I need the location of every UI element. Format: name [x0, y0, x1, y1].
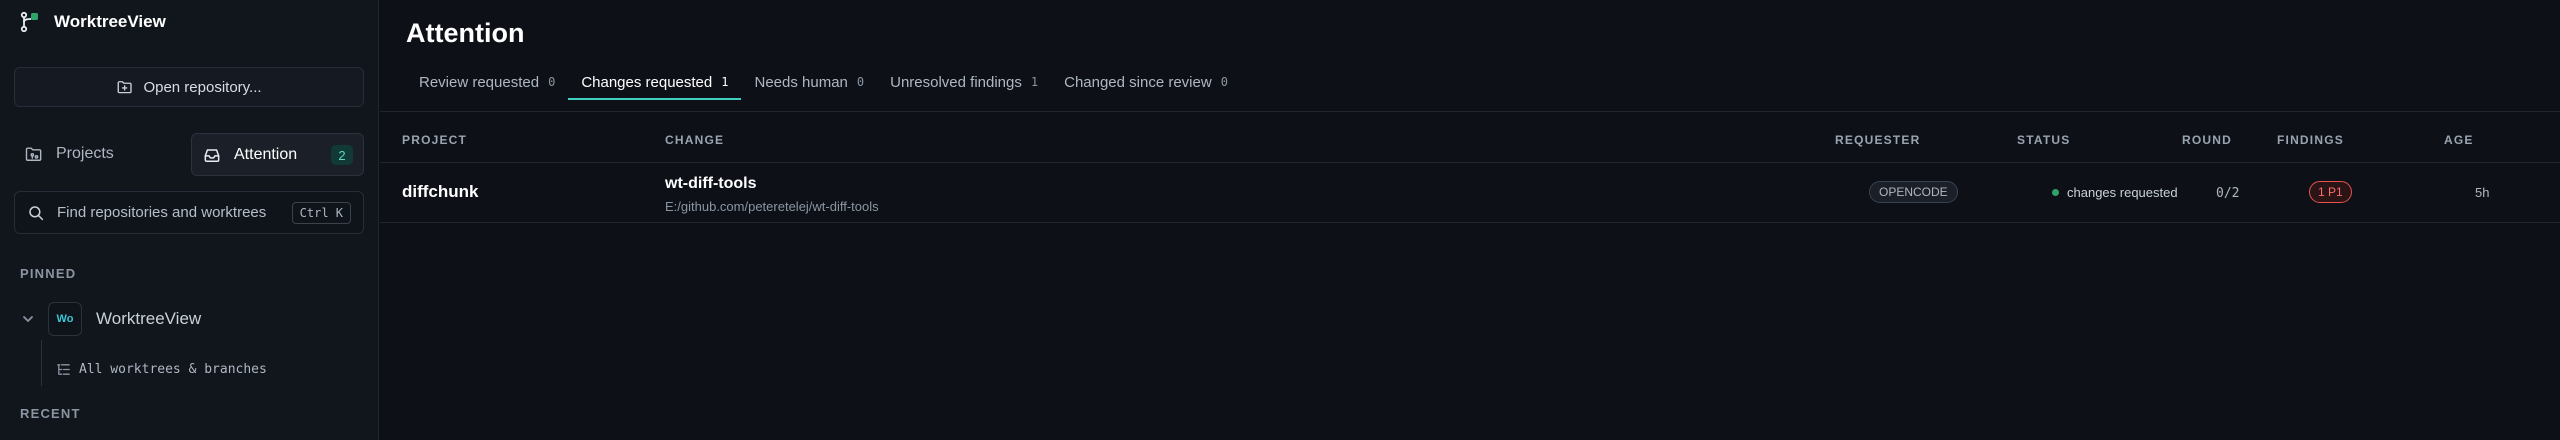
- row-change-title[interactable]: wt-diff-tools: [665, 175, 757, 193]
- tab-label: Unresolved findings: [890, 73, 1022, 91]
- tab-label: Changed since review: [1064, 73, 1212, 91]
- column-header-status[interactable]: STATUS: [2017, 133, 2070, 147]
- open-repository-label: Open repository...: [143, 78, 262, 96]
- tab-changes-requested[interactable]: Changes requested 1: [568, 66, 742, 100]
- main-panel: Attention Review requested 0 Changes req…: [380, 0, 2560, 440]
- table-row[interactable]: diffchunk wt-diff-tools E:/github.com/pe…: [380, 163, 2560, 223]
- tab-label: Review requested: [419, 73, 540, 91]
- tab-review-requested[interactable]: Review requested 0: [406, 66, 568, 98]
- status-dot-icon: [2052, 189, 2059, 196]
- pinned-section-label: PINNED: [20, 266, 77, 281]
- recent-section-label: RECENT: [20, 406, 81, 421]
- attention-count-badge: 2: [331, 145, 353, 165]
- column-header-findings[interactable]: FINDINGS: [2277, 133, 2344, 147]
- nav-attention-label: Attention: [234, 145, 298, 163]
- table-header: PROJECT CHANGE REQUESTER STATUS ROUND FI…: [380, 113, 2560, 163]
- search-box[interactable]: Ctrl K: [14, 191, 364, 234]
- tab-count: 1: [1030, 75, 1039, 89]
- attention-tabs: Review requested 0 Changes requested 1 N…: [406, 66, 1241, 100]
- row-round: 0/2: [2216, 186, 2240, 201]
- app-brand[interactable]: WorktreeView: [18, 10, 166, 34]
- repo-avatar: Wo: [48, 302, 82, 336]
- open-repository-button[interactable]: Open repository...: [14, 67, 364, 107]
- tab-label: Changes requested: [581, 73, 713, 91]
- chevron-down-icon[interactable]: [20, 311, 36, 327]
- branch-logo-icon: [20, 11, 38, 33]
- status-text: changes requested: [2067, 185, 2178, 200]
- column-header-age[interactable]: AGE: [2444, 133, 2474, 147]
- row-project[interactable]: diffchunk: [402, 182, 479, 202]
- findings-badge[interactable]: 1 P1: [2309, 181, 2352, 203]
- tab-count: 1: [721, 75, 729, 89]
- all-worktrees-link[interactable]: All worktrees & branches: [56, 358, 267, 380]
- tab-label: Needs human: [754, 73, 848, 91]
- search-input[interactable]: [57, 204, 297, 221]
- tab-count: 0: [1220, 75, 1228, 89]
- folder-git-icon: [25, 147, 42, 161]
- folder-plus-icon: [118, 81, 133, 94]
- tab-changed-since-review[interactable]: Changed since review 0: [1051, 66, 1241, 98]
- tabs-divider: [380, 111, 2560, 112]
- nav-projects-label: Projects: [56, 145, 114, 162]
- row-change-path: E:/github.com/peteretelej/wt-diff-tools: [665, 199, 879, 214]
- tree-guide-line: [41, 340, 42, 386]
- status-indicator: changes requested: [2052, 185, 2178, 200]
- nav-attention[interactable]: Attention 2: [191, 133, 364, 176]
- sidebar: WorktreeView Open repository... Projects…: [0, 0, 379, 440]
- page-title: Attention: [406, 18, 525, 48]
- tab-count: 0: [856, 75, 865, 89]
- pinned-repo-worktreeview[interactable]: Wo WorktreeView: [20, 301, 201, 337]
- requester-badge: OPENCODE: [1869, 181, 1958, 203]
- column-header-change[interactable]: CHANGE: [665, 133, 724, 147]
- inbox-icon: [204, 148, 220, 162]
- search-shortcut-hint: Ctrl K: [291, 202, 351, 224]
- column-header-requester[interactable]: REQUESTER: [1835, 133, 1920, 147]
- tab-count: 0: [548, 75, 556, 89]
- pinned-repo-name: WorktreeView: [96, 309, 202, 328]
- list-tree-icon: [57, 363, 70, 375]
- search-icon: [29, 205, 44, 220]
- column-header-round[interactable]: ROUND: [2182, 133, 2232, 147]
- tab-unresolved-findings[interactable]: Unresolved findings 1: [877, 66, 1051, 98]
- app-name: WorktreeView: [54, 12, 166, 31]
- tab-needs-human[interactable]: Needs human 0: [741, 66, 877, 98]
- nav-projects[interactable]: Projects: [14, 133, 184, 175]
- all-worktrees-label: All worktrees & branches: [79, 361, 267, 377]
- column-header-project[interactable]: PROJECT: [402, 133, 467, 147]
- row-age: 5h: [2475, 185, 2490, 200]
